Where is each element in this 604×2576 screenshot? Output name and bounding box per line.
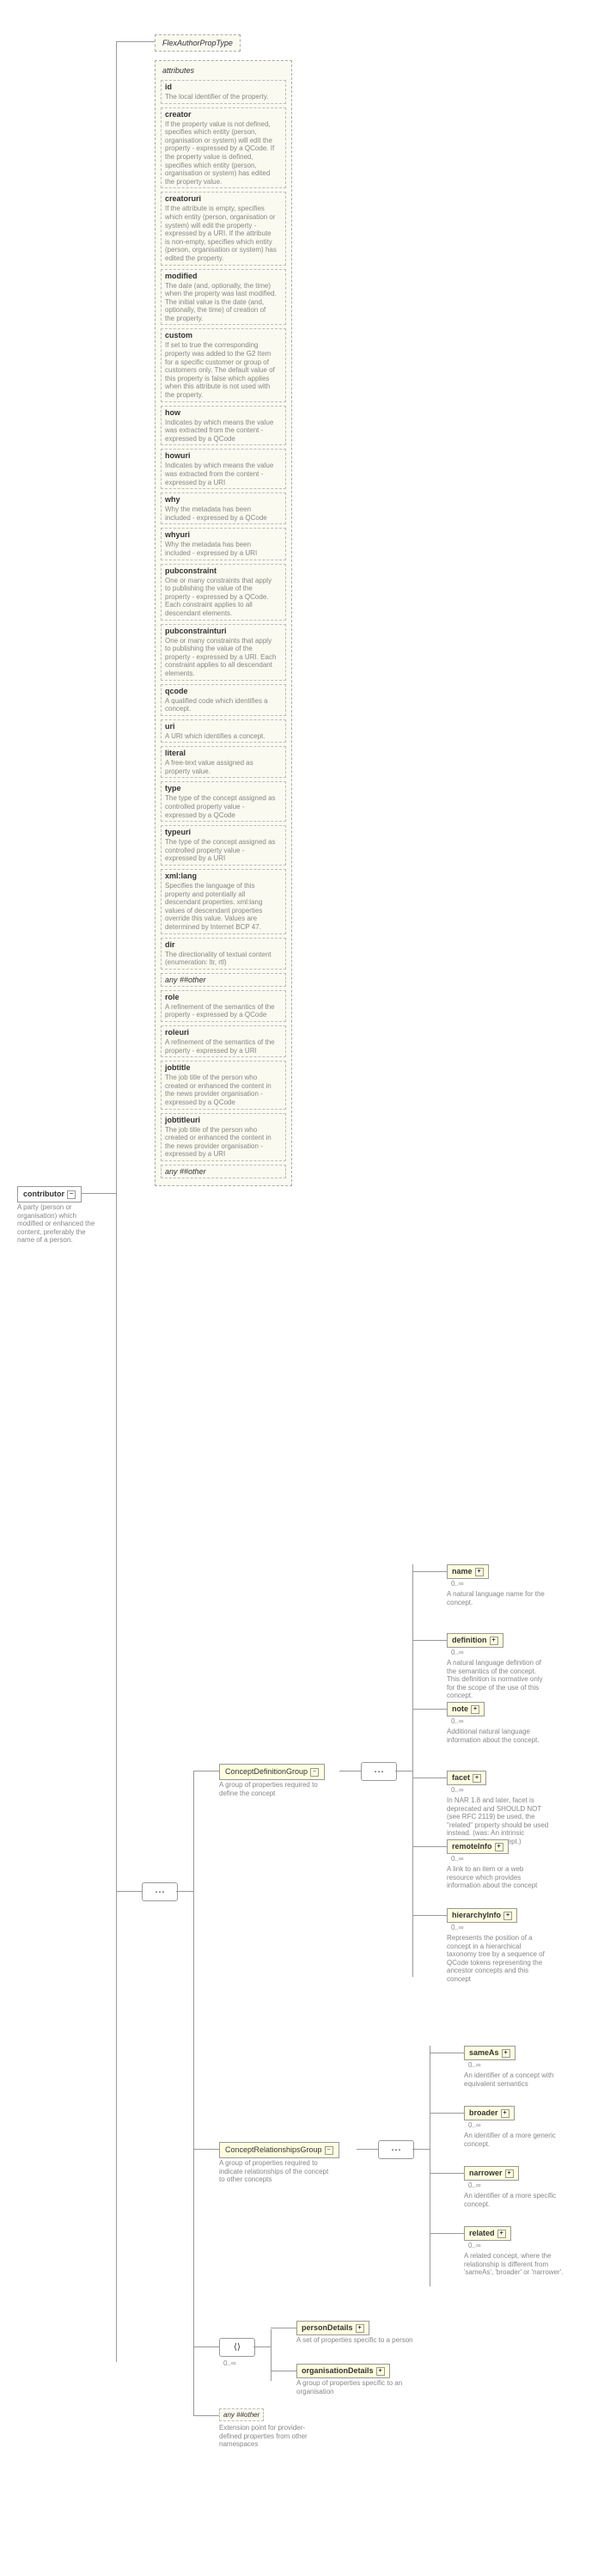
attr-group-label: attributes	[159, 64, 288, 76]
attr-how: howIndicates by which means the value wa…	[161, 406, 286, 446]
attr-xml:lang: xml:langSpecifies the language of this p…	[161, 869, 286, 934]
attr-literal: literalA free-text value assigned as pro…	[161, 746, 286, 778]
element-definition[interactable]: definition+	[447, 1633, 503, 1648]
occurrence: 0..∞	[451, 1649, 464, 1656]
root-desc: A party (person or organisation) which m…	[17, 1203, 103, 1245]
connector	[430, 2173, 464, 2174]
attr-howuri: howuriIndicates by which means the value…	[161, 449, 286, 489]
connector	[412, 2149, 430, 2150]
connector	[116, 41, 155, 42]
element-narrower[interactable]: narrower+	[464, 2166, 519, 2181]
attr-uri: uriA URI which identifies a concept.	[161, 719, 286, 743]
occurrence: 0..∞	[451, 1924, 464, 1931]
sequence-icon[interactable]	[361, 1762, 397, 1781]
connector	[193, 2415, 219, 2416]
attr-role: roleA refinement of the semantics of the…	[161, 990, 286, 1022]
element-desc: A set of properties specific to a person	[296, 2336, 417, 2345]
sequence-icon[interactable]	[142, 1882, 178, 1901]
attr-pubconstraint: pubconstraintOne or many constraints tha…	[161, 564, 286, 621]
connector	[412, 1640, 447, 1641]
root-element[interactable]: contributor−	[17, 1186, 82, 1202]
connector	[412, 1571, 447, 1572]
attr-creatoruri: creatoruriIf the attribute is empty, spe…	[161, 192, 286, 265]
element-desc: A group of properties specific to an org…	[296, 2379, 417, 2395]
occurrence: 0..∞	[468, 2121, 481, 2129]
element-organisationDetails[interactable]: organisationDetails+	[296, 2364, 390, 2378]
element-hierarchyInfo[interactable]: hierarchyInfo+	[447, 1908, 517, 1923]
collapse-icon[interactable]: −	[310, 1768, 319, 1777]
element-broader[interactable]: broader+	[464, 2106, 515, 2120]
connector	[357, 2149, 378, 2150]
type-box[interactable]: FlexAuthorPropType	[155, 34, 241, 52]
choice-icon[interactable]	[219, 2338, 255, 2357]
element-facet[interactable]: facet+	[447, 1771, 486, 1785]
attr-why: whyWhy the metadata has been included - …	[161, 493, 286, 524]
concept-definition-group[interactable]: ConceptDefinitionGroup−	[219, 1764, 325, 1780]
element-personDetails[interactable]: personDetails+	[296, 2321, 369, 2335]
connector	[176, 1891, 193, 1892]
element-related[interactable]: related+	[464, 2226, 511, 2241]
element-desc: An identifier of a more specific concept…	[464, 2192, 567, 2208]
connector	[430, 2233, 464, 2234]
connector	[412, 1915, 447, 1916]
sequence-icon[interactable]	[378, 2140, 414, 2159]
attributes-group: attributes idThe local identifier of the…	[155, 60, 292, 1186]
element-sameAs[interactable]: sameAs+	[464, 2046, 516, 2060]
element-desc: In NAR 1.8 and later, facet is deprecate…	[447, 1796, 550, 1846]
element-name[interactable]: name+	[447, 1564, 489, 1579]
connector	[193, 1771, 194, 2415]
connector	[116, 41, 117, 1193]
element-desc: A related concept, where the relationshi…	[464, 2252, 567, 2277]
connector	[116, 1193, 117, 2362]
attr-id: idThe local identifier of the property.	[161, 80, 286, 104]
attr-dir: dirThe directionality of textual content…	[161, 938, 286, 970]
concept-relationships-group[interactable]: ConceptRelationshipsGroup−	[219, 2142, 339, 2158]
attr-typeuri: typeuriThe type of the concept assigned …	[161, 825, 286, 866]
element-remoteInfo[interactable]: remoteInfo+	[447, 1839, 509, 1854]
occurrence: 0..∞	[451, 1717, 464, 1725]
occurrence: 0..∞	[468, 2061, 481, 2069]
attr-roleuri: roleuriA refinement of the semantics of …	[161, 1025, 286, 1057]
any-other-desc: Extension point for provider-defined pro…	[219, 2424, 322, 2449]
element-desc: A link to an item or a web resource whic…	[447, 1865, 550, 1890]
collapse-icon[interactable]: −	[67, 1190, 76, 1199]
attr-creator: creatorIf the property value is not defi…	[161, 107, 286, 189]
element-desc: An identifier of a concept with equivale…	[464, 2071, 567, 2088]
group-desc: A group of properties required to indica…	[219, 2159, 331, 2184]
collapse-icon[interactable]: −	[325, 2146, 333, 2155]
connector	[412, 1709, 447, 1710]
element-desc: A natural language definition of the sem…	[447, 1659, 550, 1700]
occurrence: 0..∞	[451, 1580, 464, 1588]
occurrence: 0..∞	[451, 1855, 464, 1863]
occurrence: 0..∞	[468, 2242, 481, 2249]
element-desc: Additional natural language information …	[447, 1728, 550, 1744]
attr-jobtitle: jobtitleThe job title of the person who …	[161, 1061, 286, 1109]
attr-modified: modifiedThe date (and, optionally, the t…	[161, 269, 286, 326]
connector	[430, 2113, 464, 2114]
connector	[193, 2149, 219, 2150]
connector	[82, 1193, 116, 1194]
connector	[412, 1846, 447, 1847]
attr-pubconstrainturi: pubconstrainturiOne or many constraints …	[161, 624, 286, 681]
element-note[interactable]: note+	[447, 1702, 485, 1716]
attr-whyuri: whyuriWhy the metadata has been included…	[161, 528, 286, 560]
occurrence: 0..∞	[223, 2359, 236, 2367]
occurrence: 0..∞	[451, 1786, 464, 1794]
any-other-attr: any ##other	[161, 1165, 286, 1178]
attr-type: typeThe type of the concept assigned as …	[161, 781, 286, 822]
occurrence: 0..∞	[468, 2181, 481, 2189]
connector	[116, 1891, 142, 1892]
element-desc: Represents the position of a concept in …	[447, 1934, 550, 1984]
element-desc: A natural language name for the concept.	[447, 1590, 550, 1606]
root-label: contributor	[23, 1190, 64, 1198]
any-other-element: any ##other	[219, 2408, 264, 2421]
group-desc: A group of properties required to define…	[219, 1781, 331, 1797]
attr-custom: customIf set to true the corresponding p…	[161, 328, 286, 401]
attr-jobtitleuri: jobtitleuriThe job title of the person w…	[161, 1113, 286, 1161]
any-other-attr: any ##other	[161, 973, 286, 987]
attr-qcode: qcodeA qualified code which identifies a…	[161, 684, 286, 716]
element-desc: An identifier of a more generic concept.	[464, 2132, 567, 2148]
